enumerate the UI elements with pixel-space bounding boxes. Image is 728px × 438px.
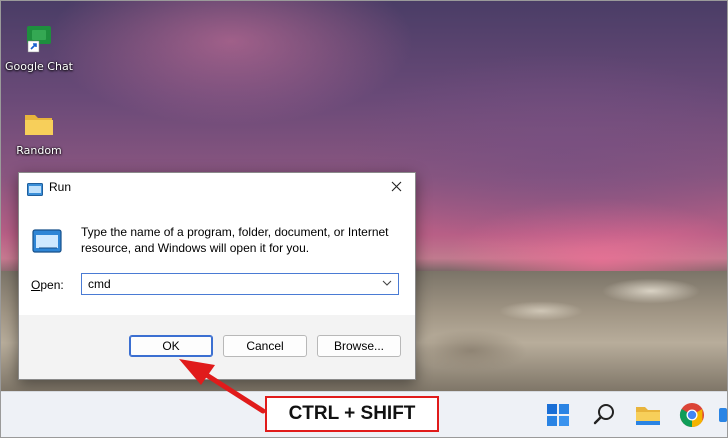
open-label: Open: (31, 278, 64, 292)
run-program-icon (31, 228, 63, 256)
run-dialog-footer: OK Cancel Browse... (19, 315, 415, 379)
taskbar-overflow-icon[interactable] (717, 400, 727, 430)
open-input-value[interactable]: cmd (88, 277, 111, 291)
open-label-accelerator: O (31, 278, 41, 292)
windows-start-icon[interactable] (543, 400, 573, 430)
run-icon (27, 181, 43, 196)
google-chat-shortcut-icon (25, 23, 53, 53)
dropdown-button[interactable] (378, 275, 396, 293)
file-explorer-icon[interactable] (633, 400, 663, 430)
run-dialog-description: Type the name of a program, folder, docu… (81, 225, 389, 255)
cancel-button[interactable]: Cancel (223, 335, 307, 357)
ok-button[interactable]: OK (129, 335, 213, 357)
search-icon[interactable] (589, 400, 619, 430)
desktop-icon-google-chat[interactable]: Google Chat (2, 23, 76, 73)
close-button[interactable] (383, 177, 409, 199)
open-combobox[interactable]: cmd (81, 273, 399, 295)
open-label-text: pen: (40, 278, 64, 292)
run-dialog: Run Type the name of a program, folder, … (18, 172, 416, 380)
folder-icon (24, 111, 54, 137)
shortcut-annotation: CTRL + SHIFT (265, 396, 439, 432)
chevron-down-icon (382, 280, 392, 286)
screenshot-frame: Google Chat Random Run Type the name of … (0, 0, 728, 438)
desktop-icon-label: Random (16, 144, 62, 157)
browse-button[interactable]: Browse... (317, 335, 401, 357)
run-dialog-body: Type the name of a program, folder, docu… (19, 203, 415, 315)
desktop-icon-random-folder[interactable]: Random (2, 111, 76, 157)
run-dialog-title: Run (49, 180, 72, 194)
desktop-icon-label: Google Chat (5, 60, 73, 73)
run-dialog-titlebar[interactable]: Run (19, 173, 415, 203)
close-icon (391, 181, 401, 192)
chrome-icon[interactable] (677, 400, 707, 430)
